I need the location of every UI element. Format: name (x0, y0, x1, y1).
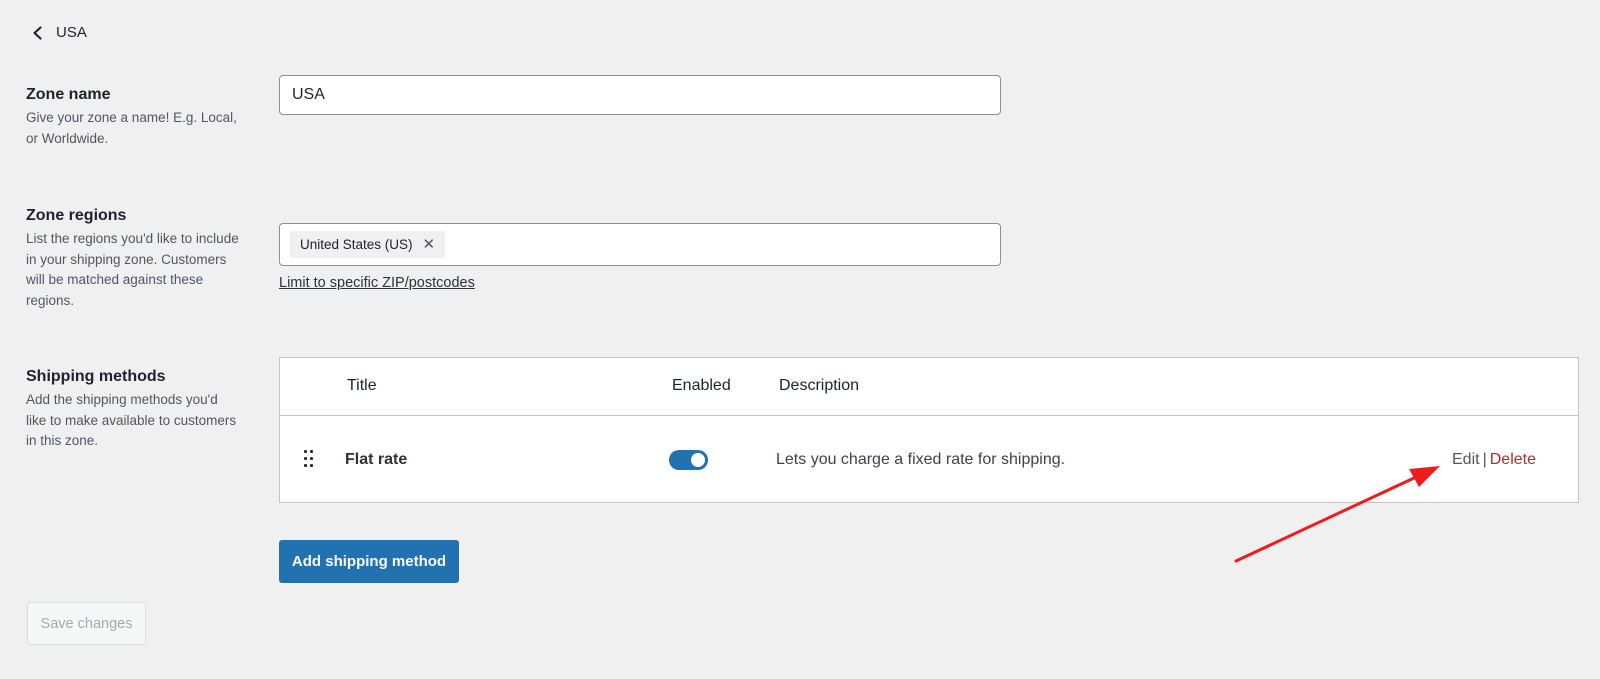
shipping-methods-description: Add the shipping methods you'd like to m… (26, 392, 237, 448)
column-enabled: Enabled (672, 377, 731, 394)
shipping-methods-table: Title Enabled Description Flat rate Lets… (279, 357, 1579, 503)
zone-name-description: Give your zone a name! E.g. Local, or Wo… (26, 110, 237, 146)
zone-regions-title: Zone regions (26, 207, 127, 224)
toggle-knob (691, 453, 705, 467)
shipping-methods-title: Shipping methods (26, 368, 166, 385)
method-title[interactable]: Flat rate (345, 451, 407, 469)
enabled-toggle[interactable] (669, 450, 708, 470)
limit-zip-link[interactable]: Limit to specific ZIP/postcodes (279, 275, 475, 291)
edit-link[interactable]: Edit (1452, 451, 1480, 468)
back-label: USA (56, 24, 87, 41)
back-link[interactable]: USA (30, 24, 87, 41)
table-header: Title Enabled Description (280, 358, 1578, 416)
delete-link[interactable]: Delete (1490, 451, 1536, 468)
region-chip: United States (US) ✕ (290, 231, 446, 258)
chevron-left-icon (33, 25, 42, 40)
region-chip-label: United States (US) (300, 237, 413, 252)
zone-name-input[interactable] (279, 75, 1001, 115)
add-shipping-method-button[interactable]: Add shipping method (279, 540, 459, 583)
table-row: Flat rate Lets you charge a fixed rate f… (280, 416, 1578, 503)
save-changes-button[interactable]: Save changes (27, 602, 146, 645)
row-actions: Edit | Delete (1452, 451, 1536, 469)
close-icon[interactable]: ✕ (423, 237, 436, 252)
zone-regions-section: Zone regions List the regions you'd like… (26, 207, 241, 311)
action-separator: | (1482, 451, 1487, 468)
zone-name-section: Zone name Give your zone a name! E.g. Lo… (26, 86, 241, 149)
method-description: Lets you charge a fixed rate for shippin… (776, 451, 1066, 468)
shipping-methods-section: Shipping methods Add the shipping method… (26, 368, 241, 452)
zone-regions-select[interactable]: United States (US) ✕ (279, 223, 1001, 266)
column-title: Title (347, 377, 377, 394)
column-description: Description (779, 377, 860, 394)
drag-handle-icon[interactable] (304, 450, 314, 468)
zone-regions-description: List the regions you'd like to include i… (26, 231, 239, 308)
zone-name-title: Zone name (26, 86, 111, 103)
